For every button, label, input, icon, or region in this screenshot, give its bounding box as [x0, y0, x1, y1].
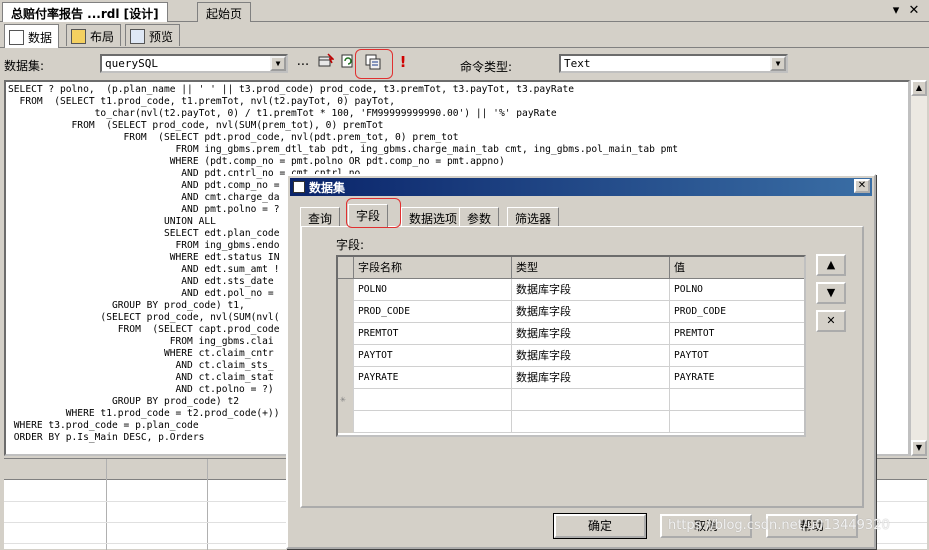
new-row-icon: ✳	[338, 389, 354, 411]
run-query-icon[interactable]: !	[394, 53, 412, 71]
column-header-value[interactable]: 值	[670, 257, 804, 279]
doc-tab-start-page[interactable]: 起始页	[197, 2, 252, 22]
row-selector[interactable]	[338, 323, 354, 345]
field-value-cell[interactable]: PROD_CODE	[670, 301, 804, 323]
field-value-cell[interactable]: POLNO	[670, 279, 804, 301]
row-selector[interactable]	[338, 367, 354, 389]
field-value-cell[interactable]: PAYTOT	[670, 345, 804, 367]
tab-filters[interactable]: 筛选器	[507, 207, 560, 226]
tab-parameters[interactable]: 参数	[459, 207, 500, 226]
empty-row	[338, 411, 804, 433]
empty-cell	[670, 411, 804, 433]
table-row[interactable]: PROD_CODE 数据库字段 PROD_CODE	[338, 301, 804, 323]
field-type-cell[interactable]: 数据库字段	[512, 301, 670, 323]
fields-list-icon[interactable]	[364, 53, 382, 71]
fields-label: 字段:	[336, 238, 365, 252]
tab-preview[interactable]: 预览	[125, 24, 181, 46]
field-value-cell[interactable]: PREMTOT	[670, 323, 804, 345]
grid-column-divider	[207, 459, 208, 550]
new-field-type-cell[interactable]	[512, 389, 670, 411]
grid-column-divider	[106, 459, 107, 550]
sql-editor-scrollbar[interactable]: ▲ ▼	[910, 80, 927, 456]
document-tab-strip: 总赔付率报告 ...rdl [设计] 起始页 ▾ ✕	[0, 0, 929, 23]
column-header-type[interactable]: 类型	[512, 257, 670, 279]
fields-table-header: 字段名称 类型 值	[338, 257, 804, 279]
view-tab-strip: 数据 布局 预览	[0, 22, 929, 48]
row-selector	[338, 411, 354, 433]
dialog-title-bar[interactable]: 数据集 ✕	[290, 178, 872, 196]
dataset-dialog: 数据集 ✕ 查询 字段 数据选项 参数 筛选器 字段: 字段名称 类型 值 PO…	[286, 174, 876, 549]
tab-layout[interactable]: 布局	[66, 24, 122, 46]
doc-tab-report-design[interactable]: 总赔付率报告 ...rdl [设计]	[2, 2, 168, 23]
field-name-cell[interactable]: POLNO	[354, 279, 512, 301]
arrow-down-icon: ▼	[826, 286, 836, 299]
table-row[interactable]: PAYTOT 数据库字段 PAYTOT	[338, 345, 804, 367]
table-row[interactable]: PREMTOT 数据库字段 PREMTOT	[338, 323, 804, 345]
field-type-cell[interactable]: 数据库字段	[512, 279, 670, 301]
field-type-cell[interactable]: 数据库字段	[512, 345, 670, 367]
tab-data[interactable]: 数据	[4, 24, 60, 48]
dataset-select-value: querySQL	[105, 57, 158, 70]
ellipsis-button[interactable]: ...	[294, 53, 312, 71]
ok-button[interactable]: 确定	[553, 513, 647, 539]
row-header-corner	[338, 257, 354, 279]
tab-layout-label: 布局	[90, 30, 115, 44]
column-header-field-name[interactable]: 字段名称	[354, 257, 512, 279]
delete-field-button[interactable]: ✕	[816, 310, 846, 332]
row-selector[interactable]	[338, 279, 354, 301]
highlight-marker	[346, 198, 401, 228]
field-type-cell[interactable]: 数据库字段	[512, 323, 670, 345]
watermark: https://blog.csdn.net/u013449320	[668, 518, 890, 533]
new-field-name-cell[interactable]	[354, 389, 512, 411]
move-up-button[interactable]: ▲	[816, 254, 846, 276]
row-selector[interactable]	[338, 301, 354, 323]
data-icon	[9, 30, 24, 45]
command-type-label: 命令类型:	[460, 60, 513, 74]
field-name-cell[interactable]: PAYRATE	[354, 367, 512, 389]
move-down-button[interactable]: ▼	[816, 282, 846, 304]
field-value-cell[interactable]: PAYRATE	[670, 367, 804, 389]
command-type-value: Text	[564, 57, 591, 70]
tab-query[interactable]: 查询	[300, 207, 341, 226]
tab-data-label: 数据	[28, 31, 53, 45]
new-row[interactable]: ✳	[338, 389, 804, 411]
scroll-up-icon[interactable]: ▲	[911, 80, 927, 96]
row-selector[interactable]	[338, 345, 354, 367]
dataset-label: 数据集:	[4, 59, 45, 73]
field-type-cell[interactable]: 数据库字段	[512, 367, 670, 389]
preview-icon	[130, 29, 145, 44]
new-field-value-cell[interactable]	[670, 389, 804, 411]
field-name-cell[interactable]: PREMTOT	[354, 323, 512, 345]
chevron-down-icon[interactable]: ▾	[888, 3, 904, 19]
chevron-down-icon[interactable]: ▼	[770, 56, 786, 71]
delete-icon: ✕	[826, 314, 836, 327]
field-name-cell[interactable]: PAYTOT	[354, 345, 512, 367]
table-row[interactable]: POLNO 数据库字段 POLNO	[338, 279, 804, 301]
tab-preview-label: 预览	[149, 30, 174, 44]
arrow-up-icon: ▲	[826, 258, 836, 271]
close-icon[interactable]: ✕	[854, 179, 870, 193]
dataset-select[interactable]: querySQL ▼	[100, 54, 288, 73]
scroll-down-icon[interactable]: ▼	[911, 440, 927, 456]
dialog-title: 数据集	[309, 180, 346, 195]
chevron-down-icon[interactable]: ▼	[270, 56, 286, 71]
edit-dataset-icon[interactable]	[317, 53, 335, 71]
close-icon[interactable]: ✕	[906, 3, 922, 19]
empty-cell	[512, 411, 670, 433]
layout-icon	[71, 29, 86, 44]
dataset-icon	[293, 181, 305, 193]
command-type-select[interactable]: Text ▼	[559, 54, 788, 73]
fields-table[interactable]: 字段名称 类型 值 POLNO 数据库字段 POLNO PROD_CODE 数据…	[336, 255, 806, 437]
tab-data-options[interactable]: 数据选项	[401, 207, 466, 226]
empty-cell	[354, 411, 512, 433]
field-name-cell[interactable]: PROD_CODE	[354, 301, 512, 323]
table-row[interactable]: PAYRATE 数据库字段 PAYRATE	[338, 367, 804, 389]
